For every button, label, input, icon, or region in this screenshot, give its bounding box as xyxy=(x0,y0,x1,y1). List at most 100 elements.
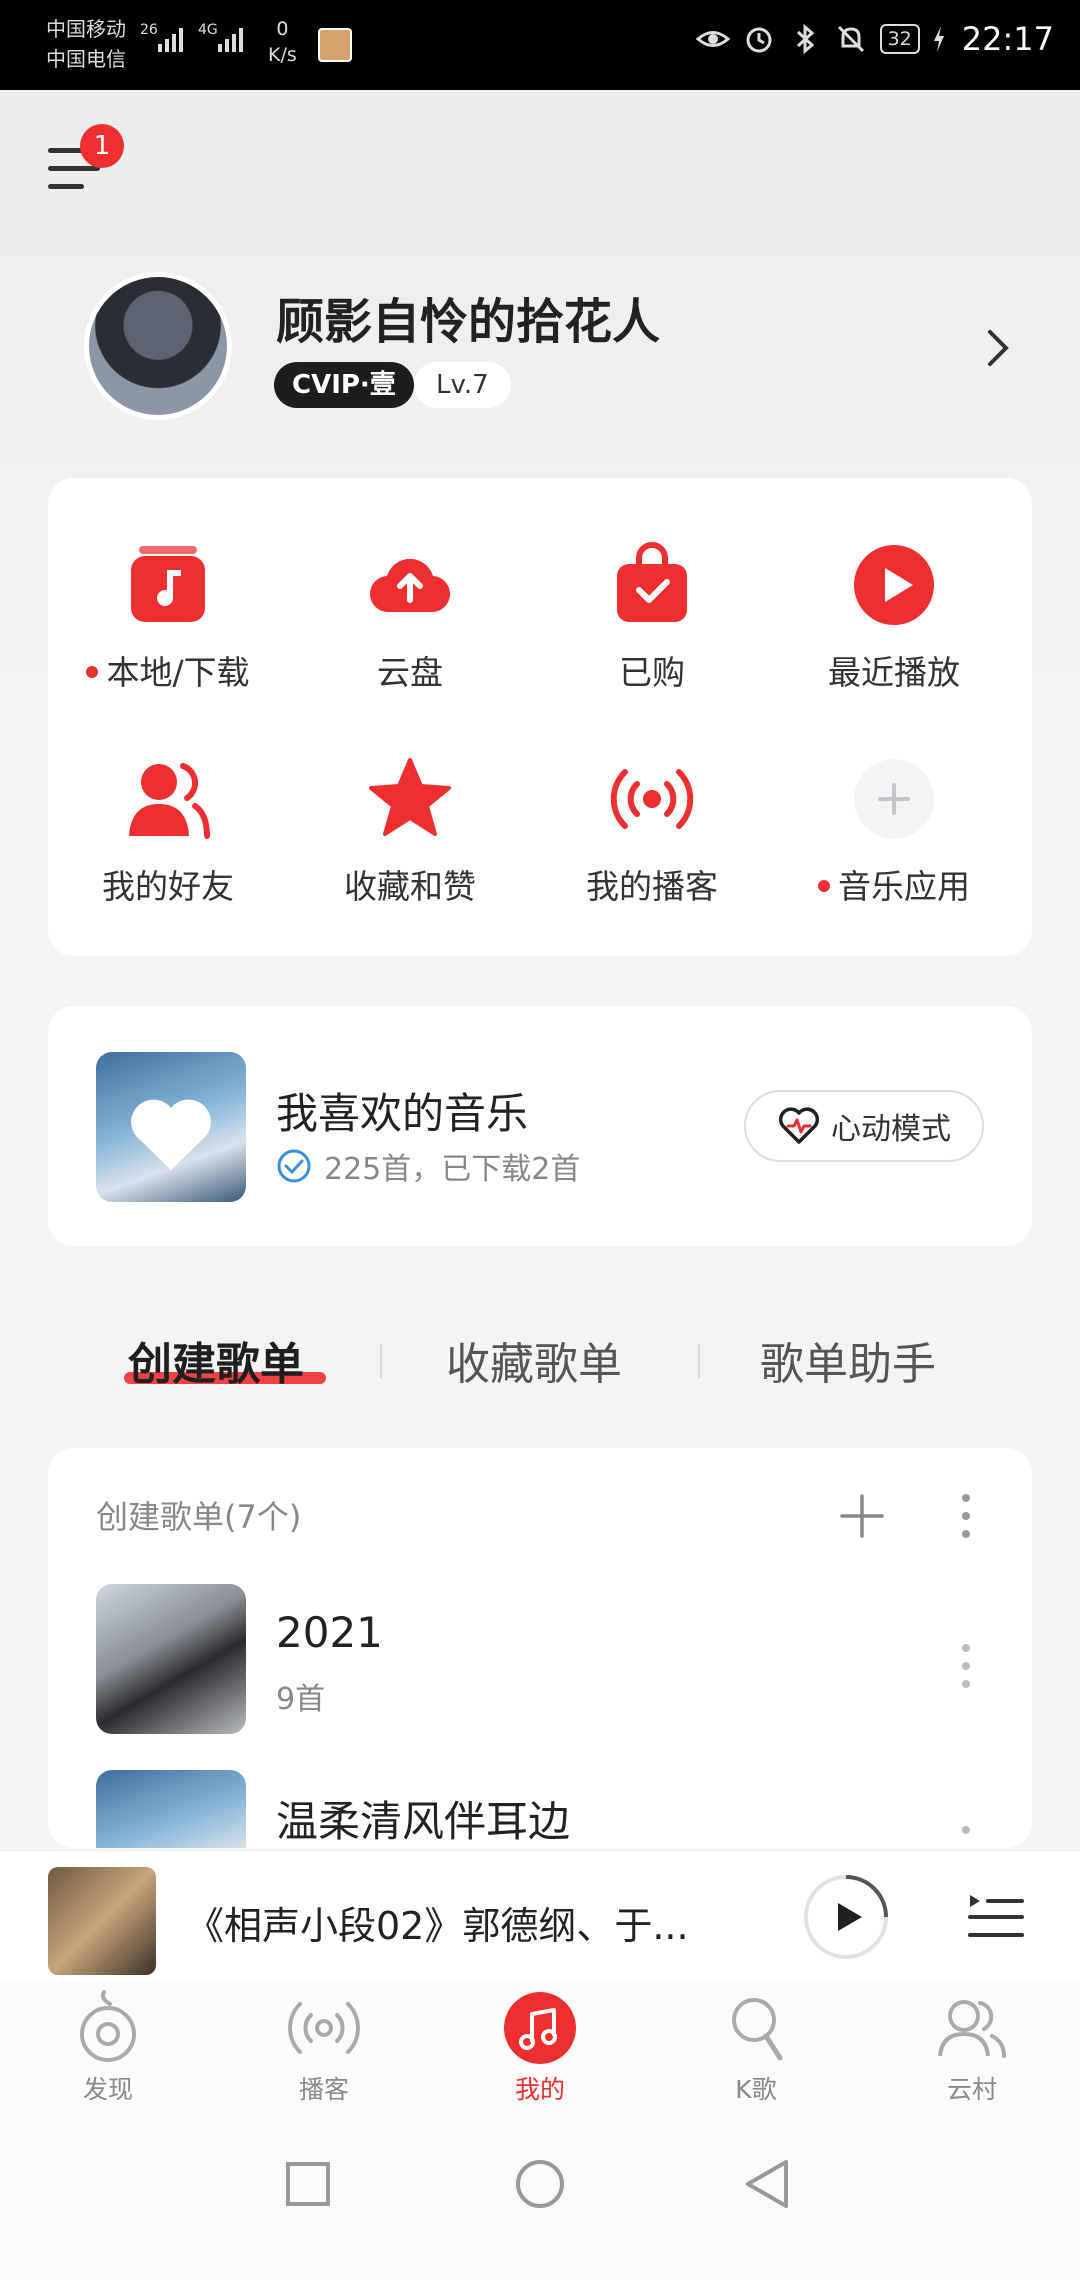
playlist-title: 2021 xyxy=(276,1608,383,1657)
now-playing-title: 《相声小段02》郭德纲、于... xyxy=(186,1904,689,1948)
tab-created-playlists[interactable]: 创建歌单 xyxy=(128,1328,304,1392)
nav-label: 我的 xyxy=(514,2075,565,2104)
carrier-1: 中国移动 xyxy=(46,17,126,41)
signal-icon xyxy=(158,28,183,52)
microphone-icon xyxy=(732,1998,783,2061)
carrier-2: 中国电信 xyxy=(46,47,126,71)
carrier-info: 中国移动 中国电信 xyxy=(46,14,126,74)
playlist-cover xyxy=(96,1584,246,1734)
playlist-cover xyxy=(96,1770,246,1848)
playlist-count: 9首 xyxy=(276,1682,326,1717)
grid-item-cloud-disk[interactable]: 云盘 xyxy=(290,542,530,694)
network-type-1: 26 xyxy=(140,22,158,38)
music-note-icon xyxy=(504,1992,576,2064)
more-options-icon[interactable] xyxy=(960,1644,972,1698)
battery-indicator: 32 xyxy=(879,24,920,54)
play-circle-icon xyxy=(854,545,934,625)
podcast-icon xyxy=(288,2002,360,2054)
nav-mine[interactable]: 我的 xyxy=(460,1990,620,2106)
net-speed: 0 K/s xyxy=(268,16,297,68)
plus-icon xyxy=(854,759,934,839)
nav-label: 播客 xyxy=(298,2075,349,2104)
grid-item-purchased[interactable]: 已购 xyxy=(532,542,772,694)
grid-label: 音乐应用 xyxy=(838,867,970,906)
grid-item-my-podcast[interactable]: 我的播客 xyxy=(532,756,772,908)
play-button[interactable] xyxy=(802,1873,890,1961)
playlist-queue-icon[interactable] xyxy=(968,1891,1024,1943)
notification-app-icon xyxy=(318,28,352,62)
playlist-title: 温柔清风伴耳边 xyxy=(276,1797,571,1846)
tab-playlist-assistant[interactable]: 歌单助手 xyxy=(760,1328,936,1392)
net-speed-unit: K/s xyxy=(268,44,297,66)
liked-music-cover xyxy=(96,1052,246,1202)
chevron-right-icon[interactable] xyxy=(980,326,1016,370)
music-note-icon xyxy=(131,546,205,622)
new-dot xyxy=(818,879,830,892)
friends-icon xyxy=(129,763,210,839)
eye-icon xyxy=(695,31,730,47)
vip-badge[interactable]: CVIP·壹 xyxy=(274,362,414,408)
grid-label: 我的好友 xyxy=(102,867,234,906)
nav-label: 云村 xyxy=(946,2075,997,2104)
liked-music-card[interactable]: 我喜欢的音乐 225首，已下载2首 心动模式 xyxy=(48,1006,1032,1246)
grid-item-music-apps[interactable]: 音乐应用 xyxy=(774,756,1014,908)
more-options-icon[interactable] xyxy=(960,1826,972,1848)
nav-karaoke[interactable]: K歌 xyxy=(676,1990,836,2106)
home-icon[interactable] xyxy=(510,2154,570,2214)
downloaded-check-icon xyxy=(277,1149,311,1183)
nav-podcast[interactable]: 播客 xyxy=(244,1990,404,2106)
charging-icon xyxy=(933,26,944,52)
network-type-2: 4G xyxy=(198,22,218,38)
grid-item-recent-play[interactable]: 最近播放 xyxy=(774,542,1014,694)
menu-notification-badge: 1 xyxy=(80,124,124,168)
profile-name[interactable]: 顾影自怜的拾花人 xyxy=(276,282,660,352)
grid-item-local-download[interactable]: 本地/下载 xyxy=(48,542,288,694)
shopping-bag-icon xyxy=(617,542,687,622)
new-dot xyxy=(86,665,99,678)
star-icon xyxy=(369,758,451,836)
tab-separator xyxy=(698,1344,700,1378)
recent-apps-icon[interactable] xyxy=(278,2154,338,2214)
grid-label: 最近播放 xyxy=(828,653,960,692)
more-options-icon[interactable] xyxy=(960,1494,972,1548)
net-speed-value: 0 xyxy=(276,18,289,40)
nav-community[interactable]: 云村 xyxy=(892,1990,1052,2106)
heart-pulse-icon xyxy=(778,1107,820,1144)
grid-item-friends[interactable]: 我的好友 xyxy=(48,756,288,908)
grid-item-favorites[interactable]: 收藏和赞 xyxy=(290,756,530,908)
system-navigation-bar xyxy=(0,2120,1080,2280)
grid-label: 本地/下载 xyxy=(106,653,250,692)
heart-mode-button[interactable]: 心动模式 xyxy=(744,1090,984,1162)
status-icons: 32 22:17 xyxy=(695,20,1054,58)
now-playing-cover xyxy=(48,1867,156,1975)
liked-music-subtitle: 225首，已下载2首 xyxy=(324,1152,581,1187)
heart-mode-label: 心动模式 xyxy=(831,1112,951,1147)
nav-discover[interactable]: 发现 xyxy=(28,1990,188,2106)
level-badge[interactable]: Lv.7 xyxy=(414,362,511,408)
clock: 22:17 xyxy=(961,20,1054,58)
grid-label: 我的播客 xyxy=(586,867,718,906)
nav-label: K歌 xyxy=(735,2075,777,2104)
bottom-navigation: 发现 播客 我的 K歌 云村 xyxy=(0,1980,1080,2120)
status-bar: 中国移动 中国电信 26 4G 0 K/s 32 22:17 xyxy=(0,0,1080,90)
mini-player[interactable]: 《相声小段02》郭德纲、于... xyxy=(0,1850,1080,1980)
community-icon xyxy=(938,2000,1006,2058)
playlists-section-header: 创建歌单(7个) xyxy=(96,1498,302,1536)
heart-icon xyxy=(131,1099,211,1170)
add-playlist-icon[interactable] xyxy=(838,1492,886,1540)
back-icon[interactable] xyxy=(738,2154,798,2214)
grid-label: 已购 xyxy=(619,653,685,692)
bluetooth-icon xyxy=(796,23,814,55)
alarm-icon xyxy=(746,27,772,53)
podcast-icon xyxy=(610,769,694,829)
grid-label: 云盘 xyxy=(377,653,443,692)
created-playlists-card: 创建歌单(7个) 2021 9首 温柔清风伴耳边 xyxy=(48,1448,1032,1848)
quick-access-card: 本地/下载 云盘 已购 最近播放 我的好友 收藏和赞 我的播客 音乐应用 xyxy=(48,478,1032,956)
mute-bell-icon xyxy=(837,25,864,53)
discover-icon xyxy=(80,1990,136,2062)
tab-collected-playlists[interactable]: 收藏歌单 xyxy=(446,1328,622,1392)
avatar[interactable] xyxy=(84,272,232,420)
grid-label: 收藏和赞 xyxy=(344,867,476,906)
signal-icon xyxy=(218,28,243,52)
liked-music-title: 我喜欢的音乐 xyxy=(276,1089,529,1138)
